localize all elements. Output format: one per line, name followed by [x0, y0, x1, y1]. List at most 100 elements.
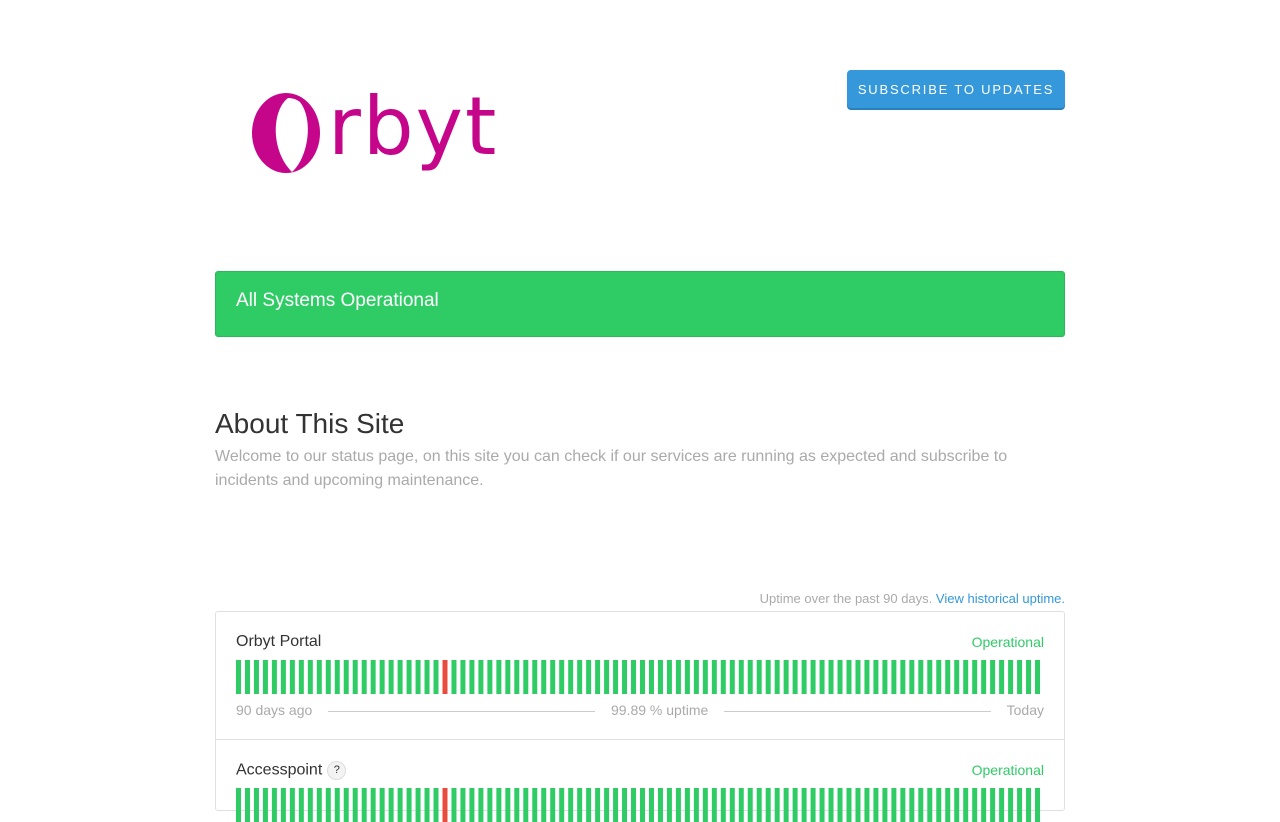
uptime-day-bar[interactable] [604, 660, 610, 694]
uptime-day-bar[interactable] [648, 660, 654, 694]
uptime-day-bar[interactable] [559, 660, 565, 694]
uptime-day-bar[interactable] [361, 660, 367, 694]
uptime-day-bar[interactable] [460, 788, 466, 822]
uptime-day-bar[interactable] [765, 660, 771, 694]
uptime-day-bar[interactable] [720, 660, 726, 694]
uptime-day-bar[interactable] [577, 788, 583, 822]
uptime-day-bar[interactable] [693, 660, 699, 694]
uptime-day-bar[interactable] [1008, 788, 1014, 822]
uptime-day-bar[interactable] [882, 788, 888, 822]
uptime-day-bar[interactable] [325, 660, 331, 694]
uptime-day-bar[interactable] [604, 788, 610, 822]
uptime-day-bar[interactable] [882, 660, 888, 694]
uptime-day-bar[interactable] [774, 788, 780, 822]
uptime-day-bar[interactable] [280, 660, 286, 694]
uptime-day-bar[interactable] [729, 660, 735, 694]
uptime-day-bar[interactable] [622, 788, 628, 822]
uptime-day-bar[interactable] [918, 660, 924, 694]
uptime-day-bar[interactable] [711, 788, 717, 822]
uptime-day-bar[interactable] [406, 788, 412, 822]
uptime-day-bar[interactable] [774, 660, 780, 694]
uptime-day-bar[interactable] [316, 660, 322, 694]
uptime-day-bar[interactable] [963, 788, 969, 822]
uptime-day-bar[interactable] [954, 788, 960, 822]
uptime-day-bar[interactable] [927, 660, 933, 694]
uptime-day-bar[interactable] [936, 788, 942, 822]
historical-uptime-link[interactable]: View historical uptime. [936, 591, 1065, 606]
uptime-day-bar[interactable] [415, 788, 421, 822]
uptime-day-bar[interactable] [433, 788, 439, 822]
uptime-day-bar[interactable] [783, 788, 789, 822]
uptime-day-bar[interactable] [666, 660, 672, 694]
uptime-day-bar[interactable] [1035, 788, 1041, 822]
uptime-day-bar[interactable] [1008, 660, 1014, 694]
uptime-day-bar[interactable] [855, 660, 861, 694]
uptime-day-bar[interactable] [810, 788, 816, 822]
uptime-day-bar[interactable] [864, 660, 870, 694]
uptime-day-bar[interactable] [729, 788, 735, 822]
uptime-day-bar[interactable] [631, 660, 637, 694]
uptime-day-bar[interactable] [469, 660, 475, 694]
uptime-day-bar[interactable] [622, 660, 628, 694]
uptime-day-bar[interactable] [963, 660, 969, 694]
uptime-day-bar[interactable] [514, 660, 520, 694]
uptime-day-bar[interactable] [613, 660, 619, 694]
uptime-day-bar[interactable] [720, 788, 726, 822]
uptime-day-bar[interactable] [424, 788, 430, 822]
uptime-day-bar[interactable] [406, 660, 412, 694]
uptime-day-bar[interactable] [370, 660, 376, 694]
uptime-day-bar[interactable] [738, 788, 744, 822]
uptime-day-bar[interactable] [702, 660, 708, 694]
uptime-day-bar[interactable] [981, 660, 987, 694]
uptime-day-bar[interactable] [648, 788, 654, 822]
uptime-day-bar[interactable] [532, 788, 538, 822]
uptime-day-bar[interactable] [298, 788, 304, 822]
uptime-day-bar[interactable] [236, 660, 241, 694]
uptime-day-bar[interactable] [532, 660, 538, 694]
uptime-day-bar[interactable] [541, 660, 547, 694]
uptime-day-bar[interactable] [442, 660, 448, 694]
uptime-day-bar[interactable] [837, 660, 843, 694]
uptime-day-bar[interactable] [747, 660, 753, 694]
uptime-day-bar[interactable] [379, 788, 385, 822]
uptime-day-bar[interactable] [415, 660, 421, 694]
uptime-day-bar[interactable] [792, 660, 798, 694]
uptime-day-bar[interactable] [855, 788, 861, 822]
uptime-day-bar[interactable] [900, 788, 906, 822]
help-icon[interactable]: ? [327, 761, 347, 780]
uptime-day-bar[interactable] [990, 788, 996, 822]
uptime-day-bar[interactable] [307, 788, 313, 822]
uptime-day-bar[interactable] [801, 788, 807, 822]
uptime-day-bar[interactable] [595, 788, 601, 822]
uptime-day-bar[interactable] [945, 660, 951, 694]
uptime-day-bar[interactable] [343, 788, 349, 822]
uptime-day-bar[interactable] [936, 660, 942, 694]
uptime-day-bar[interactable] [469, 788, 475, 822]
uptime-day-bar[interactable] [352, 788, 358, 822]
uptime-day-bar[interactable] [397, 660, 403, 694]
uptime-day-bar[interactable] [684, 788, 690, 822]
uptime-day-bar[interactable] [496, 660, 502, 694]
uptime-day-bar[interactable] [954, 660, 960, 694]
uptime-day-bar[interactable] [819, 788, 825, 822]
uptime-day-bar[interactable] [244, 660, 250, 694]
uptime-day-bar[interactable] [289, 788, 295, 822]
uptime-day-bar[interactable] [559, 788, 565, 822]
uptime-day-bar[interactable] [675, 788, 681, 822]
uptime-day-bar[interactable] [550, 660, 556, 694]
uptime-day-bar[interactable] [792, 788, 798, 822]
uptime-day-bar[interactable] [442, 788, 448, 822]
uptime-day-bar[interactable] [837, 788, 843, 822]
uptime-day-bar[interactable] [236, 788, 241, 822]
uptime-day-bar[interactable] [253, 660, 259, 694]
uptime-day-bar[interactable] [298, 660, 304, 694]
uptime-day-bar[interactable] [756, 660, 762, 694]
uptime-day-bar[interactable] [909, 788, 915, 822]
uptime-day-bar[interactable] [451, 788, 457, 822]
uptime-day-bar[interactable] [945, 788, 951, 822]
uptime-day-bar[interactable] [307, 660, 313, 694]
uptime-day-bar[interactable] [541, 788, 547, 822]
uptime-day-bar[interactable] [873, 788, 879, 822]
uptime-day-bar[interactable] [568, 788, 574, 822]
uptime-day-bar[interactable] [262, 788, 268, 822]
